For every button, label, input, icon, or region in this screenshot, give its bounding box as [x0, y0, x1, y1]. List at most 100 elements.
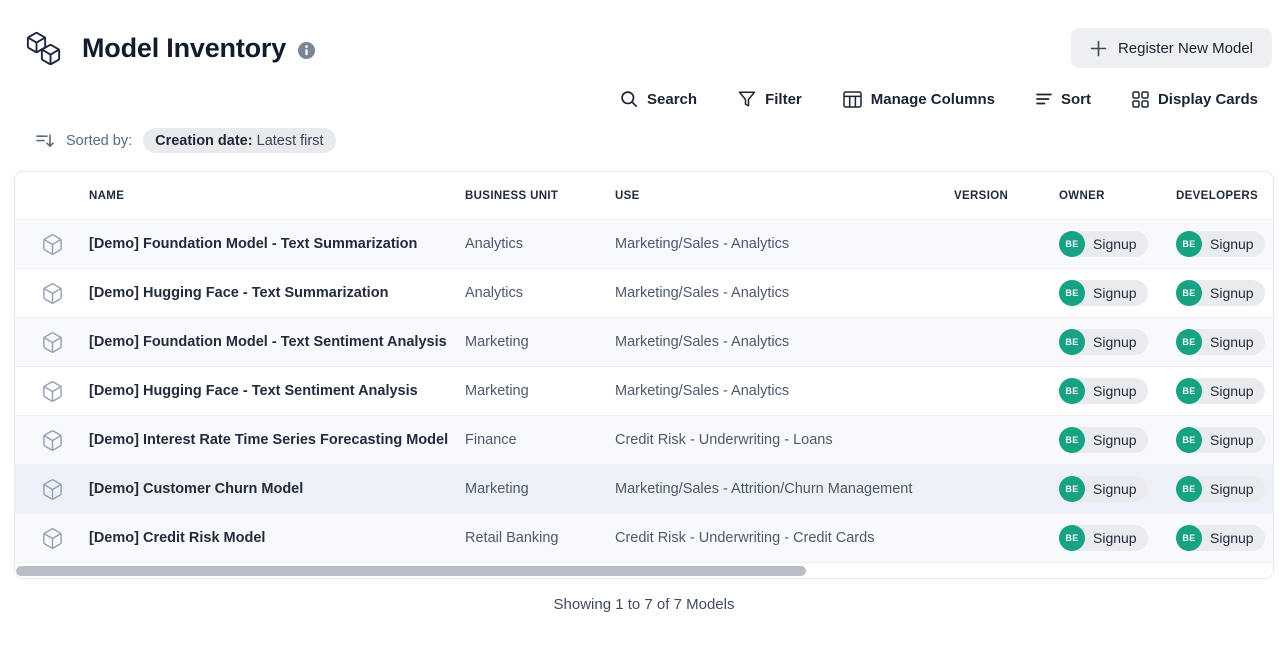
developer-label: Signup [1210, 530, 1254, 546]
owner-pill[interactable]: BE Signup [1059, 280, 1148, 306]
developer-pill[interactable]: BE Signup [1176, 231, 1265, 257]
developer-pill[interactable]: BE Signup [1176, 329, 1265, 355]
sorted-by-bar: Sorted by: Creation date: Latest first [36, 127, 1288, 154]
horizontal-scrollbar-thumb[interactable] [16, 566, 806, 576]
page-title: Model Inventory [82, 33, 286, 64]
owner-label: Signup [1093, 530, 1137, 546]
model-name: [Demo] Credit Risk Model [89, 530, 465, 546]
filter-label: Filter [765, 91, 802, 108]
developer-pill[interactable]: BE Signup [1176, 525, 1265, 551]
owner-pill[interactable]: BE Signup [1059, 329, 1148, 355]
sort-chip-value: Latest first [257, 133, 324, 149]
sort-chip: Creation date: Latest first [143, 128, 335, 153]
business-unit-cell: Retail Banking [465, 530, 615, 546]
model-name: [Demo] Foundation Model - Text Summariza… [89, 236, 465, 252]
developer-pill[interactable]: BE Signup [1176, 280, 1265, 306]
developer-label: Signup [1210, 285, 1254, 301]
use-cell: Credit Risk - Underwriting - Loans [615, 432, 954, 448]
sort-chip-field: Creation date: [155, 133, 253, 149]
column-header-name: NAME [89, 190, 465, 202]
owner-label: Signup [1093, 236, 1137, 252]
owner-label: Signup [1093, 285, 1137, 301]
sort-button[interactable]: Sort [1036, 91, 1091, 108]
pagination-summary: Showing 1 to 7 of 7 Models [0, 596, 1288, 613]
developer-pill[interactable]: BE Signup [1176, 378, 1265, 404]
developer-pill[interactable]: BE Signup [1176, 427, 1265, 453]
developer-avatar: BE [1176, 476, 1202, 502]
developers-cell: BE Signup [1176, 525, 1273, 551]
register-new-model-label: Register New Model [1118, 40, 1253, 57]
developer-avatar: BE [1176, 231, 1202, 257]
column-header-business-unit: BUSINESS UNIT [465, 190, 615, 202]
sort-descending-icon [36, 133, 55, 149]
horizontal-scrollbar-track[interactable] [15, 562, 1273, 578]
developers-cell: BE Signup [1176, 231, 1273, 257]
plus-icon [1090, 40, 1107, 57]
business-unit-cell: Marketing [465, 481, 615, 497]
owner-pill[interactable]: BE Signup [1059, 231, 1148, 257]
cube-icon [41, 282, 64, 305]
owner-avatar: BE [1059, 427, 1085, 453]
cube-icon [41, 429, 64, 452]
developers-cell: BE Signup [1176, 476, 1273, 502]
search-label: Search [647, 91, 697, 108]
owner-label: Signup [1093, 432, 1137, 448]
developer-label: Signup [1210, 334, 1254, 350]
table-row[interactable]: [Demo] Hugging Face - Text Summarization… [15, 268, 1273, 317]
owner-avatar: BE [1059, 525, 1085, 551]
owner-avatar: BE [1059, 231, 1085, 257]
table-row[interactable]: [Demo] Interest Rate Time Series Forecas… [15, 415, 1273, 464]
search-icon [620, 90, 638, 108]
owner-pill[interactable]: BE Signup [1059, 378, 1148, 404]
owner-avatar: BE [1059, 378, 1085, 404]
funnel-icon [738, 90, 756, 108]
owner-cell: BE Signup [1059, 231, 1176, 257]
table-row[interactable]: [Demo] Hugging Face - Text Sentiment Ana… [15, 366, 1273, 415]
brand: Model Inventory [24, 30, 315, 67]
table-row[interactable]: [Demo] Customer Churn Model Marketing Ma… [15, 464, 1273, 513]
manage-columns-button[interactable]: Manage Columns [843, 91, 995, 108]
model-name: [Demo] Hugging Face - Text Summarization [89, 285, 465, 301]
owner-avatar: BE [1059, 280, 1085, 306]
developer-label: Signup [1210, 236, 1254, 252]
table-row[interactable]: [Demo] Foundation Model - Text Summariza… [15, 219, 1273, 268]
column-header-version: VERSION [954, 190, 1059, 202]
model-table: NAME BUSINESS UNIT USE VERSION OWNER DEV… [14, 171, 1274, 579]
owner-pill[interactable]: BE Signup [1059, 525, 1148, 551]
owner-avatar: BE [1059, 476, 1085, 502]
table-row[interactable]: [Demo] Foundation Model - Text Sentiment… [15, 317, 1273, 366]
sorted-by-label: Sorted by: [66, 133, 132, 149]
table-row[interactable]: [Demo] Credit Risk Model Retail Banking … [15, 513, 1273, 562]
owner-label: Signup [1093, 481, 1137, 497]
developers-cell: BE Signup [1176, 378, 1273, 404]
table-columns-icon [843, 91, 862, 108]
use-cell: Marketing/Sales - Analytics [615, 236, 954, 252]
model-name: [Demo] Customer Churn Model [89, 481, 465, 497]
owner-avatar: BE [1059, 329, 1085, 355]
register-new-model-button[interactable]: Register New Model [1071, 28, 1272, 68]
double-cube-icon [24, 30, 64, 67]
developer-label: Signup [1210, 432, 1254, 448]
display-cards-button[interactable]: Display Cards [1132, 91, 1258, 108]
business-unit-cell: Marketing [465, 383, 615, 399]
cube-icon [41, 478, 64, 501]
filter-button[interactable]: Filter [738, 90, 802, 108]
info-icon[interactable] [298, 42, 315, 59]
cube-icon [41, 527, 64, 550]
owner-cell: BE Signup [1059, 476, 1176, 502]
developer-pill[interactable]: BE Signup [1176, 476, 1265, 502]
developer-avatar: BE [1176, 329, 1202, 355]
use-cell: Marketing/Sales - Analytics [615, 334, 954, 350]
owner-pill[interactable]: BE Signup [1059, 427, 1148, 453]
owner-label: Signup [1093, 334, 1137, 350]
search-button[interactable]: Search [620, 90, 697, 108]
owner-pill[interactable]: BE Signup [1059, 476, 1148, 502]
use-cell: Marketing/Sales - Attrition/Churn Manage… [615, 481, 954, 497]
owner-cell: BE Signup [1059, 280, 1176, 306]
model-name: [Demo] Foundation Model - Text Sentiment… [89, 334, 465, 350]
table-body: [Demo] Foundation Model - Text Summariza… [15, 219, 1273, 562]
grid-icon [1132, 91, 1149, 108]
cube-icon [41, 233, 64, 256]
developer-label: Signup [1210, 481, 1254, 497]
owner-cell: BE Signup [1059, 427, 1176, 453]
